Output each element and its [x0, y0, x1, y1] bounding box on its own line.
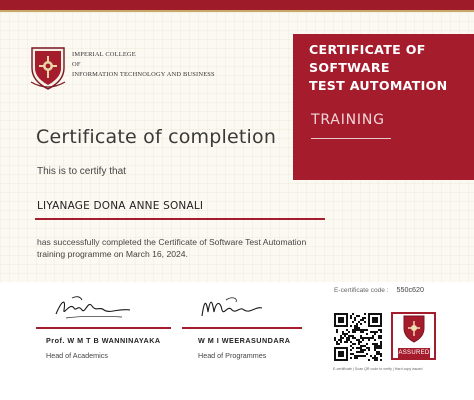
college-name-line-2: OF [72, 61, 81, 68]
completion-heading: Certificate of completion [36, 126, 277, 148]
seal-crest-icon [402, 314, 426, 344]
college-name-line-3: INFORMATION TECHNOLOGY AND BUSINESS [72, 71, 215, 78]
verification-note: E-certificate | Scan QR code to verify |… [333, 367, 423, 371]
signature-wanninayaka [52, 292, 136, 322]
recipient-name: LIYANAGE DONA ANNE SONALI [37, 200, 204, 212]
signatory-1-role: Head of Academics [46, 351, 108, 360]
ecertificate-code-label: E-certificate code : [334, 287, 389, 294]
verification-qr-code[interactable] [332, 311, 384, 363]
ecertificate-code-value: 550c620 [396, 285, 425, 294]
college-name: IMPERIAL COLLEGE OF INFORMATION TECHNOLO… [72, 50, 272, 80]
certificate-subtitle: TRAINING [311, 112, 385, 128]
college-name-line-1: IMPERIAL COLLEGE [72, 51, 136, 58]
college-crest-logo [30, 46, 66, 90]
top-border-band [0, 0, 474, 10]
completion-statement: has successfully completed the Certifica… [37, 236, 367, 260]
certificate-title-line-2: SOFTWARE [309, 60, 390, 75]
top-border-accent [0, 10, 474, 12]
signature-line-1 [36, 327, 171, 329]
signatory-2-name: W M I WEERASUNDARA [198, 336, 291, 345]
certificate-title-line-3: TEST AUTOMATION [309, 78, 448, 93]
signature-weerasundara [196, 292, 268, 322]
signature-line-2 [182, 327, 302, 329]
signatory-2-role: Head of Programmes [198, 351, 267, 360]
assured-badge: ASSURED [398, 348, 430, 358]
recipient-underline [35, 218, 325, 220]
ecertificate-code: E-certificate code : 550c620 [334, 285, 424, 294]
completion-statement-line-2: training programme on March 16, 2024. [37, 249, 188, 259]
certify-text: This is to certify that [37, 166, 126, 177]
certificate-title: CERTIFICATE OF SOFTWARE TEST AUTOMATION [309, 41, 469, 95]
certificate-title-line-1: CERTIFICATE OF [309, 42, 426, 57]
signatory-1-name: Prof. W M T B WANNINAYAKA [46, 336, 161, 345]
subtitle-underline [311, 138, 391, 139]
completion-statement-line-1: has successfully completed the Certifica… [37, 237, 307, 247]
